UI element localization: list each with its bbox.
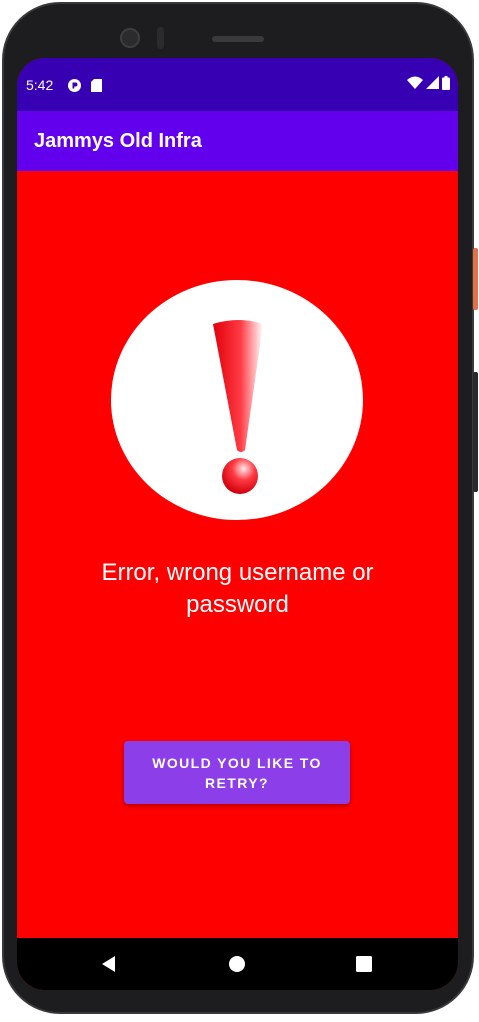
recents-icon[interactable] — [354, 954, 374, 974]
battery-icon — [442, 75, 450, 95]
home-icon[interactable] — [227, 954, 247, 974]
earpiece-speaker — [212, 36, 264, 42]
wifi-icon — [407, 76, 423, 94]
error-message: Error, wrong username or password — [101, 559, 374, 618]
volume-button[interactable] — [473, 372, 478, 492]
retry-button[interactable]: WOULD YOU LIKE TO RETRY? — [124, 741, 350, 804]
error-content: Error, wrong username or password WOULD … — [17, 171, 458, 938]
signal-icon — [426, 76, 439, 94]
exclamation-icon — [213, 320, 263, 494]
alert-circle — [111, 280, 363, 520]
navigation-bar — [17, 938, 458, 990]
sd-card-icon — [91, 79, 102, 92]
status-time: 5:42 — [26, 77, 54, 93]
status-icons — [407, 75, 450, 95]
proximity-sensor — [157, 27, 164, 49]
power-button[interactable] — [473, 248, 478, 310]
screen: 5:42 Jammys Old Infra Error, wrong usern… — [17, 58, 458, 990]
device: 5:42 Jammys Old Infra Error, wrong usern… — [0, 0, 479, 1022]
app-title: Jammys Old Infra — [34, 130, 202, 152]
app-bar: Jammys Old Infra — [17, 111, 458, 171]
front-camera — [120, 28, 140, 48]
status-bar: 5:42 — [17, 58, 458, 111]
circle-app-icon — [68, 79, 81, 92]
back-icon[interactable] — [99, 954, 119, 974]
